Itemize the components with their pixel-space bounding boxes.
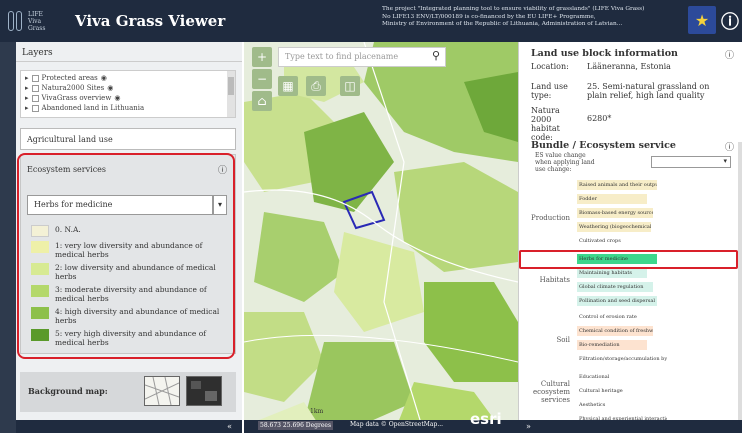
coordinates-readout: 58.673 25.696 Degrees (258, 421, 334, 430)
leaf-icon (16, 11, 22, 31)
location-label: Location: (531, 62, 569, 71)
layer-checkbox[interactable] (31, 94, 39, 102)
habitat-row: Natura 2000 habitat code: 6280* (531, 106, 611, 142)
category-production: Production (531, 214, 570, 222)
service-bar[interactable]: Bio-remediation (577, 340, 647, 350)
layout-icon[interactable]: ◫ (340, 76, 360, 96)
layer-item[interactable]: ▸ VivaGrass overview ◉ (21, 93, 235, 103)
service-bar[interactable]: Filtration/storage/accumulation by ecosy… (577, 354, 667, 364)
eye-icon[interactable]: ◉ (114, 94, 120, 102)
location-row: Location: Lääneranna, Estonia (531, 62, 671, 71)
collapse-panel-button[interactable]: « (16, 420, 242, 433)
project-description: The project "Integrated planning tool to… (382, 6, 682, 29)
layer-scrollbar[interactable] (227, 71, 235, 117)
service-bar[interactable]: Pollination and seed dispersal (577, 296, 657, 306)
location-value: Lääneranna, Estonia (587, 62, 671, 71)
street-map-thumbnail[interactable] (144, 376, 180, 406)
es-change-label: ES value change when applying land use c… (535, 152, 595, 173)
layer-group-agricultural[interactable]: Agricultural land use (20, 128, 236, 150)
bundle-title: Bundle / Ecosystem service (531, 140, 676, 151)
background-map-label: Background map: (28, 386, 108, 396)
habitat-value: 6280* (587, 114, 612, 123)
layer-label: Protected areas (41, 74, 98, 82)
satellite-map-thumbnail[interactable] (186, 376, 222, 406)
category-soil: Soil (556, 336, 571, 344)
expand-icon[interactable]: ▸ (25, 74, 29, 82)
highlight-box (519, 250, 738, 269)
layer-checkbox[interactable] (31, 104, 39, 112)
scale-bar-label: 1km (310, 408, 324, 415)
logo-text: LIFE Viva Grass (28, 11, 45, 32)
service-bar[interactable]: Cultural heritage (577, 386, 637, 396)
home-icon[interactable]: ⌂ (252, 91, 272, 111)
service-bar[interactable]: Raised animals and their outputs (577, 180, 657, 190)
map-canvas[interactable] (244, 42, 518, 433)
layer-item[interactable]: ▸ Abandoned land in Lithuania (21, 103, 235, 113)
left-edge (0, 42, 16, 433)
map-credit: Map data © OpenStreetMap... (350, 421, 444, 428)
layer-item[interactable]: ▸ Natura2000 Sites ◉ (21, 83, 235, 93)
eye-icon[interactable]: ◉ (107, 84, 113, 92)
service-bar[interactable]: Educational (577, 372, 637, 382)
right-scrollbar[interactable] (738, 142, 742, 432)
type-value: 25. Semi-natural grassland on plain reli… (587, 82, 710, 100)
project-line: The project "Integrated planning tool to… (382, 6, 645, 12)
eu-flag-icon: ★ (688, 6, 716, 34)
viva-grass-logo: LIFE Viva Grass (8, 8, 68, 34)
service-bar[interactable]: Weathering (biogeochemical fertility) (577, 222, 651, 232)
type-row: Land use type: 25. Semi-natural grasslan… (531, 82, 727, 100)
layer-label: VivaGrass overview (41, 94, 112, 102)
esri-logo: esri (470, 410, 502, 428)
logo-line: Viva (28, 17, 42, 25)
right-panel: Land use block information ⓘ Location: L… (518, 42, 742, 433)
highlight-box (17, 153, 235, 359)
type-label: Land use type: (531, 82, 568, 100)
background-map-selector: Background map: (20, 372, 236, 412)
layer-label: Natura2000 Sites (41, 84, 105, 92)
layer-label: Abandoned land in Lithuania (41, 104, 145, 112)
expand-icon[interactable]: ▸ (25, 104, 29, 112)
info-icon[interactable]: ⓘ (725, 48, 734, 61)
logo-line: LIFE (28, 10, 43, 18)
zoom-in-button[interactable]: + (252, 47, 272, 67)
project-line: Ministry of Environment of the Republic … (382, 21, 623, 27)
info-icon[interactable]: ⓘ (721, 8, 739, 33)
category-habitats: Habitats (539, 276, 570, 284)
service-bar[interactable]: Global climate regulation (577, 282, 653, 292)
service-bar[interactable]: Cultivated crops (577, 236, 637, 246)
service-bar[interactable]: Chemical condition of freshwaters (577, 326, 653, 336)
project-line: No LIFE13 ENV/LT/000189 is co-financed b… (382, 13, 596, 20)
print-icon[interactable]: ⎙ (306, 76, 326, 96)
search-icon[interactable]: ⚲ (426, 47, 446, 67)
expand-icon[interactable]: ▸ (25, 94, 29, 102)
layer-list: ▸ Protected areas ◉ ▸ Natura2000 Sites ◉ ▸ Vi… (20, 70, 236, 118)
layer-checkbox[interactable] (31, 74, 39, 82)
layers-heading: Layers (16, 42, 242, 62)
service-bar[interactable]: Maintaining habitats (577, 268, 647, 278)
service-bar[interactable]: Biomass-based energy sources (577, 208, 653, 218)
service-bar[interactable]: Aesthetics (577, 400, 637, 410)
layer-checkbox[interactable] (31, 84, 39, 92)
map-view[interactable] (244, 42, 518, 433)
service-bar[interactable]: Control of erosion rates (577, 312, 637, 322)
land-use-info-title: Land use block information (531, 48, 678, 59)
grid-icon[interactable]: ▦ (278, 76, 298, 96)
es-change-select[interactable]: ▾ (651, 156, 731, 168)
layer-item[interactable]: ▸ Protected areas ◉ (21, 73, 235, 83)
habitat-label: Natura 2000 habitat code: (531, 106, 560, 142)
expand-panel-button[interactable]: » (518, 420, 742, 433)
info-icon[interactable]: ⓘ (725, 140, 734, 153)
service-bar[interactable]: Fodder (577, 194, 647, 204)
zoom-out-button[interactable]: − (252, 69, 272, 89)
logo-line: Grass (28, 24, 46, 32)
eye-icon[interactable]: ◉ (101, 74, 107, 82)
app-title: Viva Grass Viewer (75, 12, 226, 30)
scroll-thumb[interactable] (228, 77, 234, 95)
leaf-icon (8, 11, 14, 31)
category-cultural: Cultural ecosystem services (532, 380, 570, 404)
placename-search-input[interactable]: Type text to find placename (278, 47, 446, 67)
top-bar: LIFE Viva Grass Viva Grass Viewer The pr… (0, 0, 742, 42)
expand-icon[interactable]: ▸ (25, 84, 29, 92)
